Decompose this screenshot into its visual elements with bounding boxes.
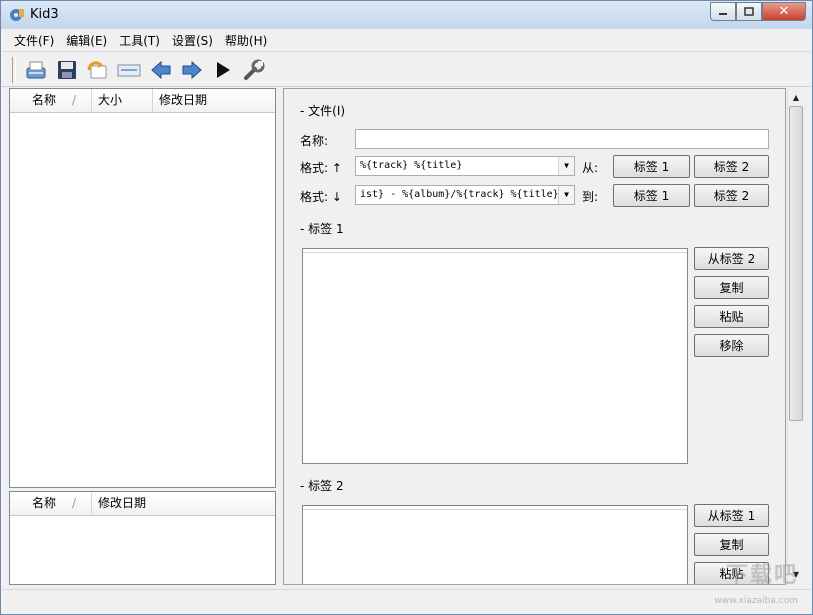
play-icon xyxy=(217,62,230,78)
filename-input[interactable] xyxy=(355,129,769,149)
name-label: 名称: xyxy=(300,134,329,148)
revert-icon xyxy=(87,61,107,79)
scroll-up-icon[interactable]: ▲ xyxy=(788,89,804,105)
tag1-frame-table[interactable] xyxy=(302,248,688,464)
column-size[interactable]: 大小 xyxy=(92,89,153,112)
sort-indicator-icon: / xyxy=(72,93,77,107)
toolbar xyxy=(2,53,811,87)
tag2-frame-table[interactable] xyxy=(302,505,688,584)
tag1-section-title[interactable]: - 标签 1 xyxy=(300,220,344,237)
window-title: Kid3 xyxy=(30,7,59,22)
settings-button[interactable] xyxy=(242,58,266,82)
format-to-value: ist} - %{album}/%{track} %{title} xyxy=(360,189,559,200)
column-name[interactable]: 名称 xyxy=(10,89,92,112)
tag2-section-title[interactable]: - 标签 2 xyxy=(300,477,344,494)
file-section-title[interactable]: - 文件(I) xyxy=(300,102,345,119)
close-icon: ✕ xyxy=(778,4,790,19)
next-button[interactable] xyxy=(180,58,204,82)
watermark-logo: 下载吧 xyxy=(725,563,798,588)
toolbar-grip[interactable] xyxy=(12,57,16,83)
tag1-copy-button[interactable]: 复制 xyxy=(694,276,769,299)
settings-icon xyxy=(244,59,265,80)
minimize-icon xyxy=(719,12,727,15)
maximize-button[interactable] xyxy=(736,2,762,21)
scroll-thumb[interactable] xyxy=(789,106,803,421)
tag2-table-header xyxy=(303,506,687,510)
minimize-button[interactable] xyxy=(710,2,736,21)
menu-help[interactable]: 帮助(H) xyxy=(219,32,273,49)
save-icon xyxy=(58,61,76,79)
file-list-header: 名称 / 大小 修改日期 xyxy=(10,89,275,113)
menu-bar: 文件(F) 编辑(E) 工具(T) 设置(S) 帮助(H) xyxy=(2,30,811,52)
tag1-table-header xyxy=(303,249,687,253)
chevron-down-icon[interactable]: ▼ xyxy=(558,157,574,175)
tag1-remove-button[interactable]: 移除 xyxy=(694,334,769,357)
to-label: 到: xyxy=(582,190,599,204)
app-window: Kid3 ✕ 文件(F) 编辑(E) 工具(T) 设置(S) 帮助(H) 名称 … xyxy=(0,0,813,615)
from-tag1-button[interactable]: 标签 1 xyxy=(613,155,690,178)
sort-indicator-icon: / xyxy=(72,496,77,510)
column-name[interactable]: 名称 xyxy=(10,492,92,515)
format-from-value: %{track} %{title} xyxy=(360,160,463,171)
maximize-icon xyxy=(744,7,754,16)
menu-file[interactable]: 文件(F) xyxy=(8,32,60,49)
save-button[interactable] xyxy=(55,58,79,82)
right-panel: - 文件(I) 名称: 格式: ↑ %{track} %{title} ▼ 从:… xyxy=(283,88,786,585)
play-button[interactable] xyxy=(211,58,235,82)
tag1-paste-button[interactable]: 粘贴 xyxy=(694,305,769,328)
to-tag2-button[interactable]: 标签 2 xyxy=(694,184,769,207)
properties-button[interactable] xyxy=(117,58,141,82)
title-bar: Kid3 ✕ xyxy=(1,1,812,29)
app-icon xyxy=(10,9,24,21)
right-panel-scrollbar[interactable]: ▲ ▼ xyxy=(787,88,804,585)
column-modified[interactable]: 修改日期 xyxy=(92,492,275,515)
watermark-url: www.xiazaiba.com xyxy=(714,596,798,606)
tag2-copy-button[interactable]: 复制 xyxy=(694,533,769,556)
chevron-down-icon[interactable]: ▼ xyxy=(558,186,574,204)
to-tag1-button[interactable]: 标签 1 xyxy=(613,184,690,207)
properties-icon xyxy=(117,64,141,77)
next-icon xyxy=(182,60,202,80)
panel-splitter[interactable] xyxy=(278,88,282,585)
menu-edit[interactable]: 编辑(E) xyxy=(60,32,113,49)
status-bar xyxy=(2,589,811,613)
menu-settings[interactable]: 设置(S) xyxy=(166,32,219,49)
window-controls: ✕ xyxy=(710,2,806,21)
file-list[interactable]: 名称 / 大小 修改日期 xyxy=(9,88,276,488)
from-label: 从: xyxy=(582,161,599,175)
left-panel: 名称 / 大小 修改日期 名称 / 修改日期 xyxy=(9,88,276,585)
from-tag2-button[interactable]: 标签 2 xyxy=(694,155,769,178)
previous-button[interactable] xyxy=(149,58,173,82)
format-from-combo[interactable]: %{track} %{title} ▼ xyxy=(355,156,575,176)
format-from-label: 格式: ↑ xyxy=(300,161,342,175)
format-to-combo[interactable]: ist} - %{album}/%{track} %{title} ▼ xyxy=(355,185,575,205)
column-modified[interactable]: 修改日期 xyxy=(153,89,275,112)
open-button[interactable] xyxy=(24,58,48,82)
menu-tools[interactable]: 工具(T) xyxy=(113,32,166,49)
dir-list-header: 名称 / 修改日期 xyxy=(10,492,275,516)
format-to-label: 格式: ↓ xyxy=(300,190,342,204)
previous-icon xyxy=(151,60,171,80)
revert-button[interactable] xyxy=(85,58,109,82)
tag1-from-tag2-button[interactable]: 从标签 2 xyxy=(694,247,769,270)
tag2-from-tag1-button[interactable]: 从标签 1 xyxy=(694,504,769,527)
dir-list[interactable]: 名称 / 修改日期 xyxy=(9,491,276,585)
close-button[interactable]: ✕ xyxy=(762,2,806,21)
open-icon xyxy=(26,61,46,79)
